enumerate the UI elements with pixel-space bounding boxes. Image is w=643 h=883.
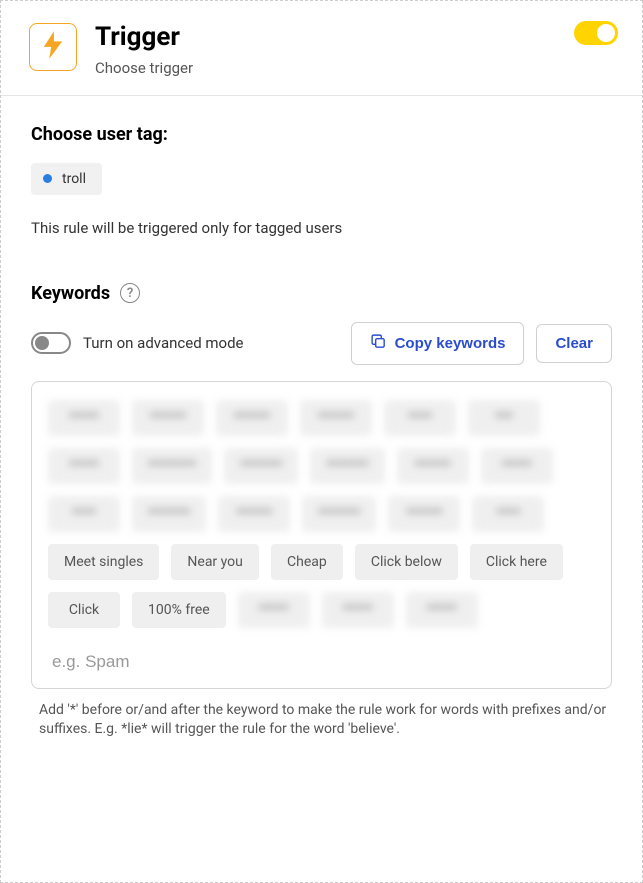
tags-container: troll [31, 163, 612, 195]
rule-note: This rule will be triggered only for tag… [31, 219, 612, 237]
copy-icon [370, 333, 387, 354]
copy-keywords-button[interactable]: Copy keywords [351, 322, 525, 365]
keyword-input[interactable] [48, 642, 595, 676]
keyword-chip[interactable]: ***** [48, 448, 120, 484]
keyword-chip[interactable]: ****** [300, 400, 372, 436]
keyword-chip[interactable]: ******* [224, 448, 298, 484]
keyword-chip[interactable]: ****** [216, 400, 288, 436]
keywords-box: ****************************************… [31, 381, 612, 689]
help-icon[interactable]: ? [120, 283, 140, 303]
keyword-chip[interactable]: 100% free [132, 592, 226, 628]
tag-section: Choose user tag: troll This rule will be… [1, 96, 642, 689]
keyword-chip[interactable]: Click here [470, 544, 563, 580]
chips-area: ****************************************… [48, 400, 595, 628]
adv-toggle-knob [35, 336, 49, 350]
keyword-chip[interactable]: **** [472, 496, 544, 532]
keyword-chip[interactable]: Cheap [271, 544, 343, 580]
keywords-title: Keywords [31, 283, 110, 304]
keyword-chip[interactable]: Meet singles [48, 544, 159, 580]
keyword-chip[interactable]: ****** [388, 496, 460, 532]
header-text: Trigger Choose trigger [95, 23, 618, 77]
keyword-chip[interactable]: Near you [171, 544, 258, 580]
header-title: Trigger [95, 23, 618, 53]
toggle-knob [597, 24, 615, 42]
keywords-header: Keywords ? [31, 283, 612, 304]
keyword-chip[interactable]: Click [48, 592, 120, 628]
choose-tag-label: Choose user tag: [31, 124, 612, 145]
keyword-chip[interactable]: **** [384, 400, 456, 436]
tag-label: troll [62, 171, 86, 187]
keyword-chip[interactable]: ******* [132, 496, 206, 532]
trigger-enable-toggle[interactable] [574, 21, 618, 45]
keyword-chip[interactable]: ***** [481, 448, 553, 484]
keyword-chip[interactable]: ****** [397, 448, 469, 484]
advanced-mode-toggle[interactable] [31, 332, 71, 354]
keyword-chip[interactable]: ***** [322, 592, 394, 628]
keywords-hint: Add '*' before or/and after the keyword … [1, 689, 642, 740]
advanced-mode-label: Turn on advanced mode [83, 334, 339, 352]
keyword-chip[interactable]: ****** [132, 400, 204, 436]
clear-button[interactable]: Clear [536, 324, 612, 363]
keyword-chip[interactable]: **** [48, 496, 120, 532]
copy-label: Copy keywords [395, 335, 506, 352]
keyword-chip[interactable]: ***** [48, 400, 120, 436]
trigger-header: Trigger Choose trigger [1, 1, 642, 96]
header-subtitle: Choose trigger [95, 59, 618, 77]
keyword-chip[interactable]: ******** [132, 448, 212, 484]
keyword-chip[interactable]: ***** [238, 592, 310, 628]
tag-chip[interactable]: troll [31, 163, 102, 195]
keywords-controls: Turn on advanced mode Copy keywords Clea… [31, 322, 612, 365]
keyword-chip[interactable]: Click below [355, 544, 458, 580]
lightning-icon [42, 31, 64, 63]
keyword-chip[interactable]: ****** [218, 496, 290, 532]
tag-dot [43, 174, 52, 183]
trigger-icon-box [29, 23, 77, 71]
keyword-chip[interactable]: ******* [310, 448, 384, 484]
keyword-chip[interactable]: ******* [302, 496, 376, 532]
clear-label: Clear [555, 335, 593, 352]
keyword-chip[interactable]: *** [468, 400, 540, 436]
keyword-chip[interactable]: ***** [406, 592, 478, 628]
